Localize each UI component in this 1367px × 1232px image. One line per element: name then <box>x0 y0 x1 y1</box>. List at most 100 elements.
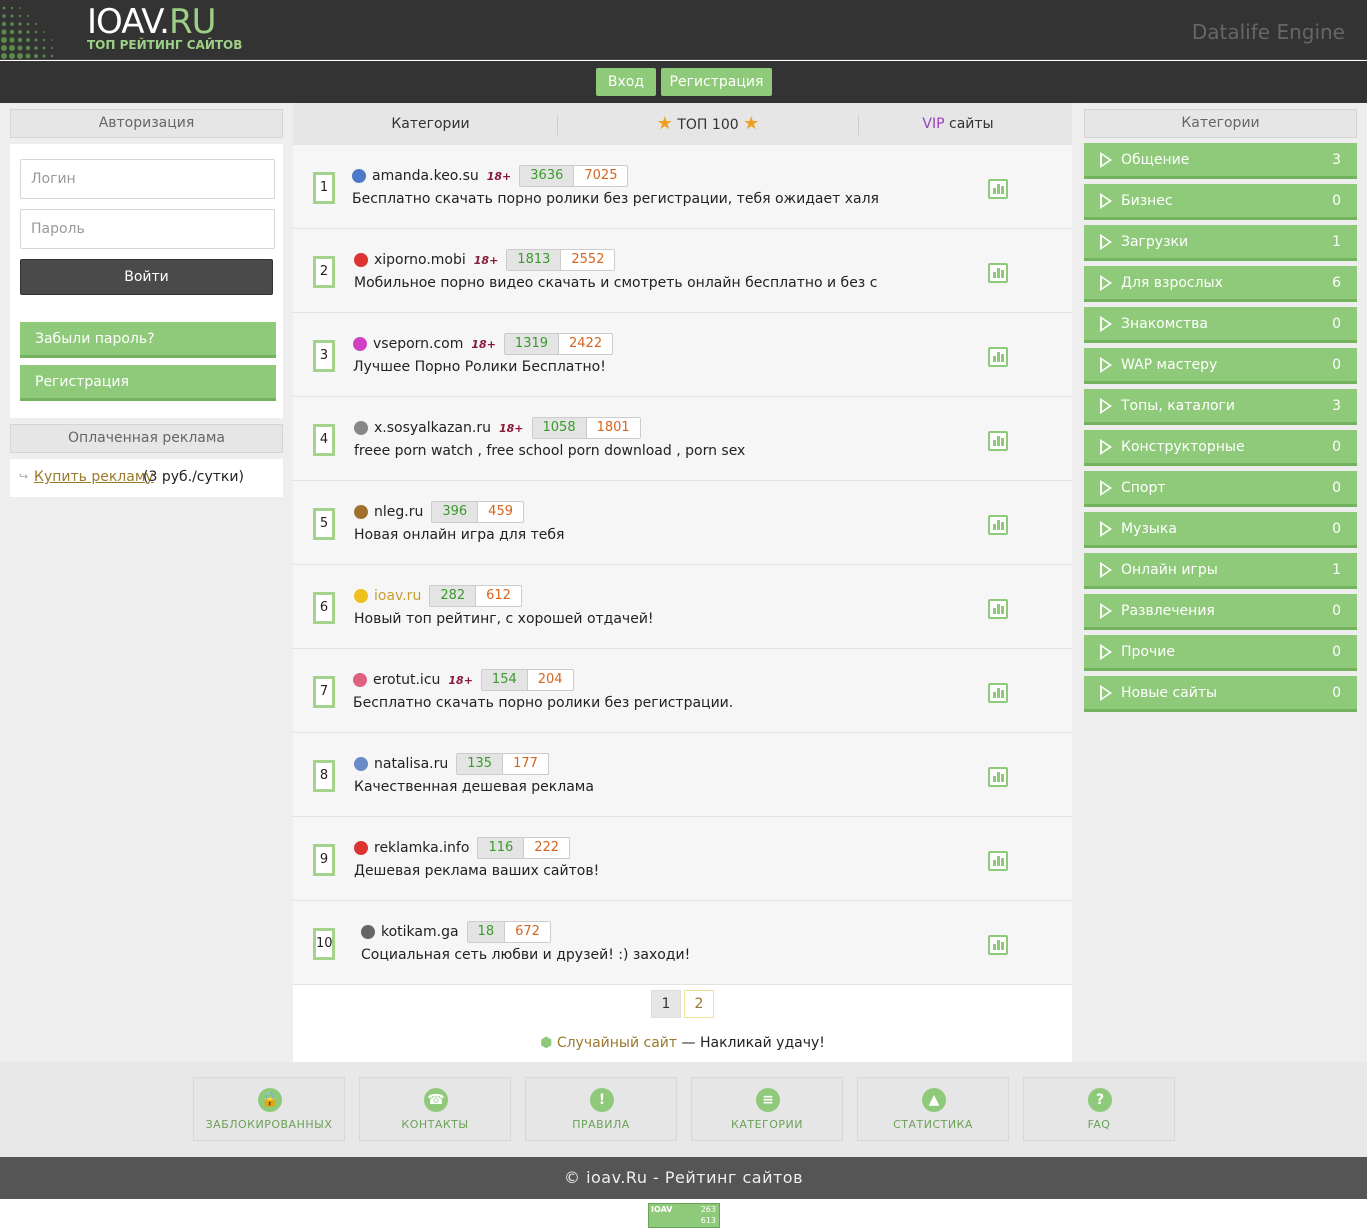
ads-panel: ↪ Купить рекламу (3 руб./сутки) <box>10 459 283 497</box>
stats-icon[interactable] <box>988 179 1008 199</box>
category-item[interactable]: Новые сайты 0 <box>1084 676 1357 712</box>
hits-in: 154 <box>481 670 528 690</box>
page-1[interactable]: 1 <box>651 990 681 1018</box>
logo-main-text: IOAV. <box>87 2 170 42</box>
category-item[interactable]: Для взрослых 6 <box>1084 266 1357 302</box>
site-line: xiporno.mobi 18+ 1813 2552 <box>354 249 616 271</box>
counter-label: IOAV <box>651 1205 673 1214</box>
counter-badge[interactable]: IOAV 263 613 <box>648 1203 720 1228</box>
category-item[interactable]: Прочие 0 <box>1084 635 1357 671</box>
category-label: Музыка <box>1121 521 1177 537</box>
footer-link[interactable]: 🔒 ЗАБЛОКИРОВАННЫХ <box>193 1077 345 1141</box>
site-link[interactable]: nleg.ru <box>374 504 423 520</box>
stats-icon[interactable] <box>988 767 1008 787</box>
category-item[interactable]: Бизнес 0 <box>1084 184 1357 220</box>
stats-icon[interactable] <box>988 935 1008 955</box>
footer-link[interactable]: ? FAQ <box>1023 1077 1175 1141</box>
footer-link[interactable]: ☎ КОНТАКТЫ <box>359 1077 511 1141</box>
category-count: 0 <box>1332 603 1341 619</box>
tab-vip[interactable]: VIP сайты <box>913 103 1003 145</box>
site-link[interactable]: erotut.icu <box>373 672 440 688</box>
category-item[interactable]: Спорт 0 <box>1084 471 1357 507</box>
category-count: 6 <box>1332 275 1341 291</box>
site-link[interactable]: ioav.ru <box>374 588 421 604</box>
site-counters: 1058 1801 <box>531 417 641 439</box>
tab-divider <box>557 115 558 135</box>
stats-icon[interactable] <box>988 515 1008 535</box>
login-nav-button[interactable]: Вход <box>596 68 656 96</box>
stats-icon[interactable] <box>988 347 1008 367</box>
category-item[interactable]: Общение 3 <box>1084 143 1357 179</box>
site-rank: 8 <box>313 760 335 792</box>
page-2[interactable]: 2 <box>684 990 714 1018</box>
site-description: Качественная дешевая реклама <box>354 779 594 795</box>
buy-ad-link[interactable]: Купить рекламу <box>34 469 154 485</box>
category-item[interactable]: Музыка 0 <box>1084 512 1357 548</box>
category-count: 0 <box>1332 193 1341 209</box>
category-item[interactable]: Загрузки 1 <box>1084 225 1357 261</box>
stats-icon[interactable] <box>988 263 1008 283</box>
forgot-password-button[interactable]: Забыли пароль? <box>20 322 276 358</box>
category-item[interactable]: Конструкторные 0 <box>1084 430 1357 466</box>
site-link[interactable]: reklamka.info <box>374 840 469 856</box>
site-link[interactable]: amanda.keo.su <box>372 168 479 184</box>
stats-icon[interactable] <box>988 851 1008 871</box>
category-label: Загрузки <box>1121 234 1189 250</box>
category-count: 1 <box>1332 234 1341 250</box>
category-item[interactable]: Знакомства 0 <box>1084 307 1357 343</box>
register-button[interactable]: Регистрация <box>20 365 276 401</box>
category-item[interactable]: Развлечения 0 <box>1084 594 1357 630</box>
login-submit-button[interactable]: Войти <box>20 259 273 295</box>
site-line: reklamka.info 116 222 <box>354 837 571 859</box>
site-favicon-icon <box>353 673 367 687</box>
site-link[interactable]: x.sosyalkazan.ru <box>374 420 491 436</box>
tab-categories[interactable]: Категории <box>353 103 508 145</box>
hits-out: 177 <box>513 756 538 771</box>
login-input[interactable]: Логин <box>20 159 275 199</box>
footer-link[interactable]: ! ПРАВИЛА <box>525 1077 677 1141</box>
password-input[interactable]: Пароль <box>20 209 275 249</box>
footer-link[interactable]: ▲ СТАТИСТИКА <box>857 1077 1009 1141</box>
random-site-link[interactable]: Случайный сайт <box>557 1035 677 1051</box>
site-link[interactable]: kotikam.ga <box>381 924 459 940</box>
counter-values: 263 613 <box>701 1204 716 1226</box>
warning-icon: ! <box>590 1088 614 1112</box>
logo-ru-text: RU <box>168 2 217 42</box>
site-counters: 135 177 <box>456 753 549 775</box>
top-list: Категории ★ ТОП 100 ★ VIP сайты 1 amanda.… <box>293 103 1072 1062</box>
category-count: 0 <box>1332 357 1341 373</box>
category-item[interactable]: Топы, каталоги 3 <box>1084 389 1357 425</box>
buy-ad-price: (3 руб./сутки) <box>143 469 244 485</box>
category-item[interactable]: Онлайн игры 1 <box>1084 553 1357 589</box>
site-rank: 4 <box>313 424 335 456</box>
site-row: 8 natalisa.ru 135 177 Качественная дешевая р… <box>293 733 1072 817</box>
site-link[interactable]: natalisa.ru <box>374 756 448 772</box>
question-icon: ? <box>1088 1088 1112 1112</box>
site-logo[interactable]: IOAV.RU <box>87 2 217 42</box>
site-line: erotut.icu 18+ 154 204 <box>353 669 574 691</box>
stats-icon[interactable] <box>988 431 1008 451</box>
stats-icon[interactable] <box>988 683 1008 703</box>
footer-link[interactable]: ≡ КАТЕГОРИИ <box>691 1077 843 1141</box>
site-favicon-icon <box>354 757 368 771</box>
site-description: Социальная сеть любви и друзей! :) заход… <box>361 947 691 963</box>
register-nav-button[interactable]: Регистрация <box>661 68 772 96</box>
tab-top100-label: ТОП 100 <box>677 117 739 133</box>
tab-top100[interactable]: ★ ТОП 100 ★ <box>653 103 763 145</box>
site-rank: 10 <box>313 928 335 960</box>
tabs-bar: Категории ★ ТОП 100 ★ VIP сайты <box>293 103 1072 145</box>
site-favicon-icon <box>352 169 366 183</box>
category-label: Спорт <box>1121 480 1166 496</box>
category-label: Прочие <box>1121 644 1175 660</box>
site-link[interactable]: vseporn.com <box>373 336 463 352</box>
category-item[interactable]: WAP мастеру 0 <box>1084 348 1357 384</box>
site-link[interactable]: xiporno.mobi <box>374 252 466 268</box>
site-row: 4 x.sosyalkazan.ru 18+ 1058 1801 freee porn w… <box>293 397 1072 481</box>
play-icon <box>1100 234 1112 250</box>
site-favicon-icon <box>354 421 368 435</box>
site-counters: 18 672 <box>466 921 551 943</box>
logo-subtitle: ТОП РЕЙТИНГ САЙТОВ <box>87 38 243 52</box>
stats-icon[interactable] <box>988 599 1008 619</box>
copyright: © ioav.Ru - Рейтинг сайтов <box>0 1157 1367 1199</box>
site-line: nleg.ru 396 459 <box>354 501 524 523</box>
